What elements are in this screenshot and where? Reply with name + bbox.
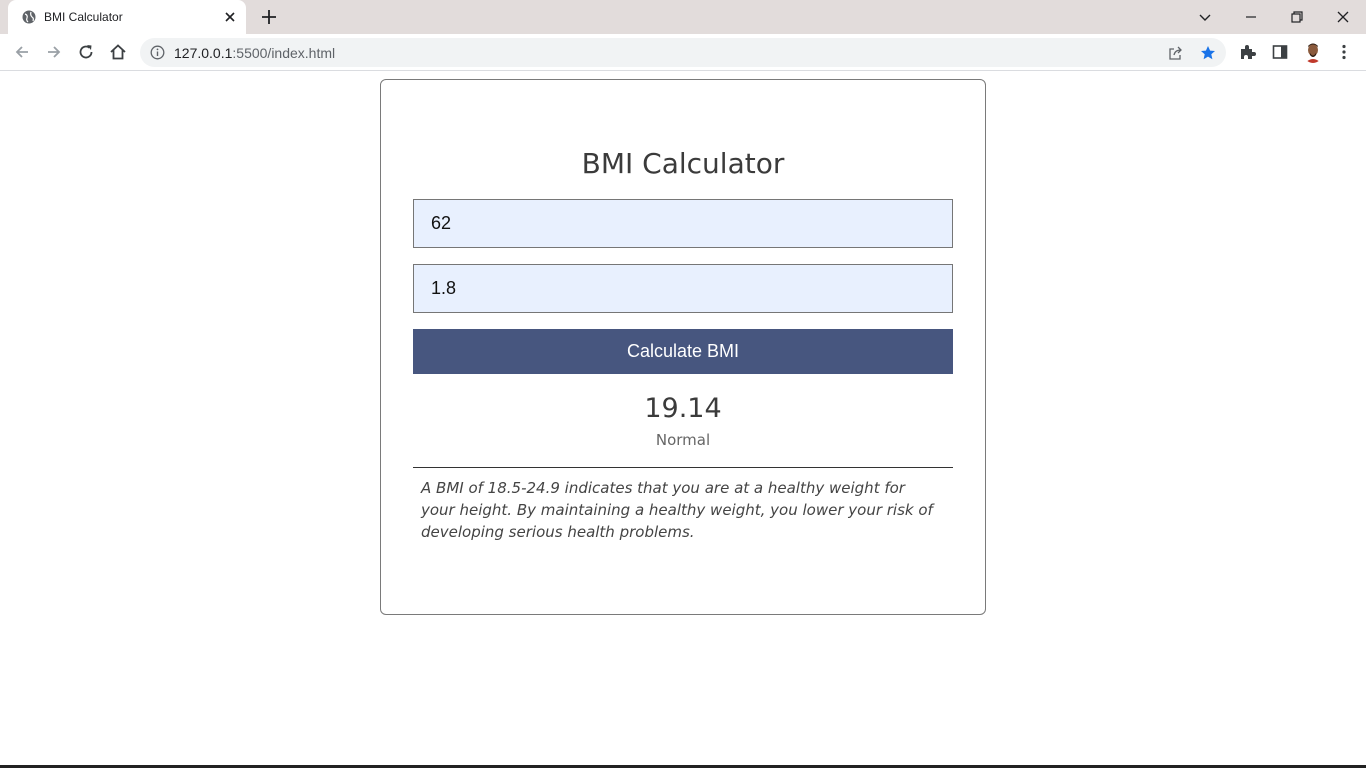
bmi-category: Normal bbox=[655, 431, 711, 449]
url-text[interactable]: 127.0.0.1:5500/index.html bbox=[174, 45, 335, 61]
tab-search-icon[interactable] bbox=[1195, 7, 1215, 27]
menu-icon[interactable] bbox=[1335, 43, 1353, 61]
minimize-icon[interactable] bbox=[1241, 7, 1261, 27]
browser-toolbar: 127.0.0.1:5500/index.html bbox=[0, 34, 1366, 71]
reload-icon[interactable] bbox=[76, 42, 96, 62]
share-icon[interactable] bbox=[1168, 45, 1184, 61]
site-info-icon[interactable] bbox=[150, 45, 165, 60]
bmi-description: A BMI of 18.5-24.9 indicates that you ar… bbox=[421, 479, 933, 541]
page-title: BMI Calculator bbox=[581, 147, 785, 180]
new-tab-icon[interactable] bbox=[260, 8, 278, 26]
height-input[interactable] bbox=[413, 264, 953, 313]
profile-avatar[interactable] bbox=[1303, 41, 1323, 63]
forward-icon[interactable] bbox=[44, 42, 64, 62]
restore-icon[interactable] bbox=[1287, 7, 1307, 27]
close-tab-icon[interactable] bbox=[222, 9, 238, 25]
address-bar[interactable]: 127.0.0.1:5500/index.html bbox=[140, 38, 1226, 67]
page-content: BMI Calculator Calculate BMI 19.14 Norma… bbox=[0, 72, 1366, 765]
close-window-icon[interactable] bbox=[1333, 7, 1353, 27]
back-icon[interactable] bbox=[12, 42, 32, 62]
extensions-icon[interactable] bbox=[1239, 43, 1257, 61]
home-icon[interactable] bbox=[108, 42, 128, 62]
bmi-result-value: 19.14 bbox=[644, 393, 722, 424]
profile-picture-icon bbox=[1305, 43, 1321, 63]
browser-tab[interactable]: BMI Calculator bbox=[8, 0, 246, 34]
weight-input[interactable] bbox=[413, 199, 953, 248]
browser-tab-bar: BMI Calculator bbox=[0, 0, 1366, 34]
tab-title: BMI Calculator bbox=[44, 10, 123, 24]
url-host: 127.0.0.1 bbox=[174, 45, 233, 61]
divider bbox=[413, 467, 953, 468]
calculate-bmi-button[interactable]: Calculate BMI bbox=[413, 329, 953, 374]
side-panel-icon[interactable] bbox=[1271, 43, 1289, 61]
url-path: :5500/index.html bbox=[232, 45, 336, 61]
bookmark-star-icon[interactable] bbox=[1200, 45, 1216, 61]
globe-icon bbox=[22, 10, 36, 24]
bmi-card: BMI Calculator Calculate BMI 19.14 Norma… bbox=[380, 79, 986, 615]
